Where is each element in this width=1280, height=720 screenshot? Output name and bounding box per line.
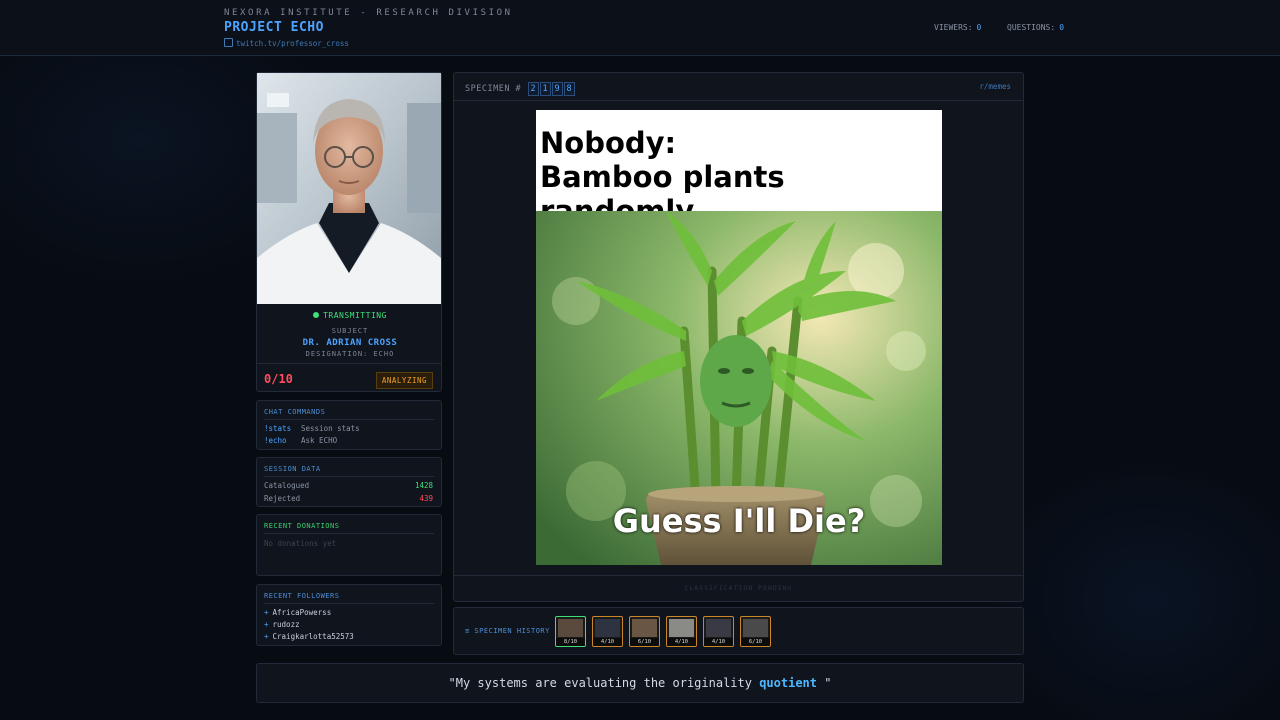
recent-donations-title: RECENT DONATIONS [264,522,340,530]
catalogued-label: Catalogued [264,481,310,490]
history-thumbnail[interactable]: 4/10 [666,616,697,647]
command-desc: Ask ECHO [301,436,338,445]
live-dot-icon [313,312,320,318]
thumbnail-score: 6/10 [630,638,659,646]
history-thumbnail[interactable]: 6/10 [629,616,660,647]
twitch-link-text: twitch.tv/professor_cross [236,39,349,48]
thumbnail-score: 4/10 [667,638,696,646]
history-thumbnail[interactable]: 4/10 [592,616,623,647]
transmitting-label: TRANSMITTING [323,311,387,320]
specimen-history-panel: ≡ SPECIMEN HISTORY 8/10 4/10 6/10 4/10 4… [453,607,1024,655]
command-row: !echo Ask ECHO [264,436,337,445]
echo-quote-panel: "My systems are evaluating the originali… [256,663,1024,703]
specimen-digit: 1 [539,82,551,96]
rejected-value: 439 [419,494,433,503]
follower-name: AfricaPowerss [272,608,332,617]
quote-text-end: " [817,676,832,690]
project-title: PROJECT ECHO [224,20,324,35]
subreddit-source[interactable]: r/memes [979,82,1011,91]
specimen-panel: SPECIMEN # 2198 r/memes Nobody: Bamboo p… [453,72,1024,602]
command-name: !echo [264,436,287,445]
catalogued-value: 1428 [414,481,433,490]
follower-name: rudozz [272,620,300,629]
classification-status: CLASSIFICATION PENDING [684,584,793,592]
recent-donations-panel: RECENT DONATIONS No donations yet [256,514,442,576]
follower-item: + AfricaPowerss [264,608,332,617]
recent-followers-title: RECENT FOLLOWERS [264,592,340,600]
command-desc: Session stats [301,424,360,433]
meme-caption-top: Nobody: Bamboo plants randomly [536,110,942,228]
subject-photo [257,73,441,304]
thumbnail-score: 6/10 [741,638,770,646]
questions-label: QUESTIONS: [1007,23,1056,32]
thumbnail-score: 4/10 [593,638,622,646]
follower-name: Craigkarlotta52573 [272,632,354,641]
history-thumbnail[interactable]: 8/10 [555,616,586,647]
score-row: 0/10 ANALYZING [257,363,441,394]
thumbnail-score: 8/10 [556,638,585,646]
specimen-digit: 9 [551,82,563,96]
history-thumbnail[interactable]: 4/10 [703,616,734,647]
quote-highlight: quotient [759,676,817,690]
meme-line-1: Nobody: [540,126,677,160]
viewers-count: 0 [976,23,982,32]
thumbnail-score: 4/10 [704,638,733,646]
rejected-label: Rejected [264,494,301,503]
chat-commands-panel: CHAT COMMANDS !stats Session stats !echo A… [256,400,442,450]
chat-commands-title: CHAT COMMANDS [264,408,326,416]
history-thumbnail[interactable]: 6/10 [740,616,771,647]
subject-label: SUBJECT [331,327,369,335]
questions-count: 0 [1059,23,1065,32]
header-stats: VIEWERS: 0 QUESTIONS: 0 [934,23,1064,32]
specimen-digit: 2 [527,82,539,96]
command-row: !stats Session stats [264,424,360,433]
subject-name: DR. ADRIAN CROSS [302,338,398,348]
specimen-number: SPECIMEN # 2198 [465,82,575,96]
viewers-label: VIEWERS: [934,23,973,32]
follower-item: + rudozz [264,620,300,629]
echo-quote: "My systems are evaluating the originali… [257,676,1023,690]
quote-text: "My systems are evaluating the originali… [448,676,760,690]
transmitting-status: TRANSMITTING [257,311,443,320]
org-name: NEXORA INSTITUTE - RESEARCH DIVISION [224,8,513,18]
twitch-link[interactable]: twitch.tv/professor_cross [224,38,349,48]
session-data-panel: SESSION DATA Catalogued 1428 Rejected 43… [256,457,442,507]
recent-followers-panel: RECENT FOLLOWERS + AfricaPowerss + rudozz … [256,584,442,646]
analyzing-badge: ANALYZING [375,372,433,389]
top-header: NEXORA INSTITUTE - RESEARCH DIVISION PRO… [0,0,1280,56]
specimen-label: SPECIMEN # [465,84,522,94]
command-name: !stats [264,424,292,433]
follower-item: + Craigkarlotta52573 [264,632,354,641]
donations-empty: No donations yet [264,539,337,548]
meme-caption-bottom: Guess I'll Die? [612,502,866,540]
specimen-digit: 8 [563,82,575,96]
subject-designation: DESIGNATION: ECHO [305,350,395,358]
session-data-title: SESSION DATA [264,465,321,473]
twitch-icon [224,38,233,47]
current-score: 0/10 [264,372,293,386]
meme-image: Nobody: Bamboo plants randomly [536,110,942,565]
specimen-history-label: ≡ SPECIMEN HISTORY [465,627,550,635]
